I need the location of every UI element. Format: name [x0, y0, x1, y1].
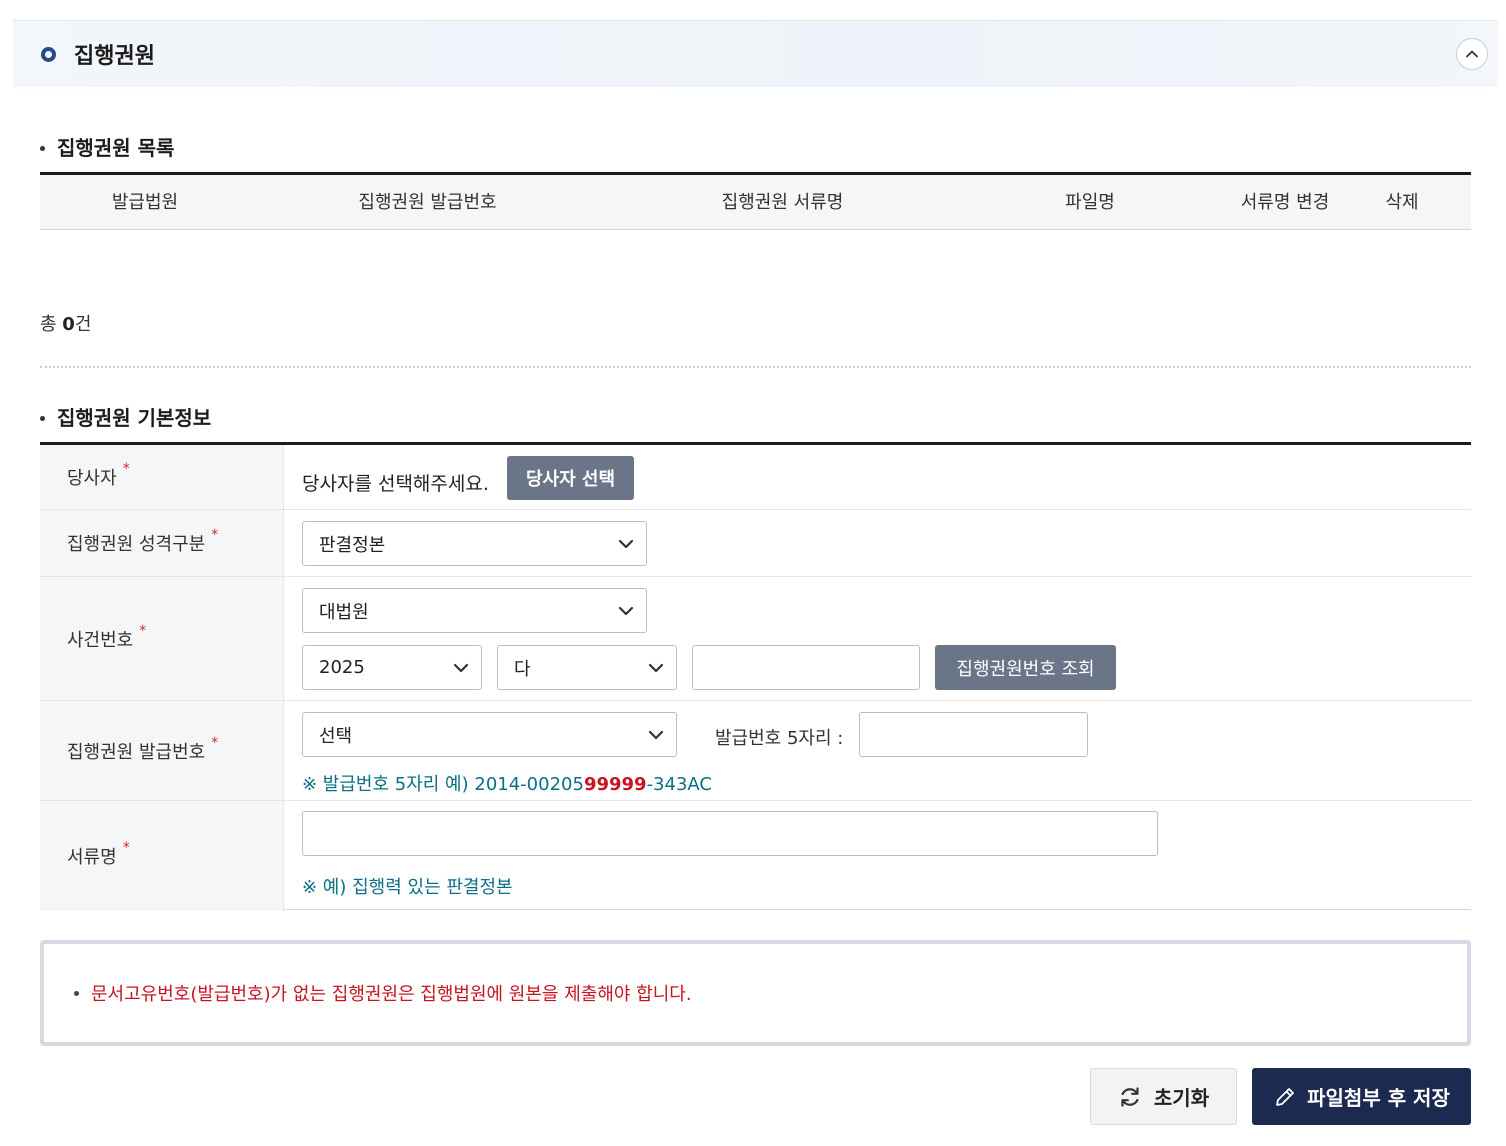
required-mark: *	[122, 461, 130, 477]
issue-number-row: 집행권원 발급번호 * 선택 발급번호 5자리 : ※ 발급번호 5자리 예) 2…	[40, 701, 1471, 801]
nature-select[interactable]: 판결정본	[302, 521, 647, 566]
total-count: 총 0건	[40, 314, 92, 335]
required-mark: *	[139, 622, 147, 639]
panel-title: 집행권원	[74, 44, 155, 69]
reset-button[interactable]: 초기화	[1090, 1068, 1237, 1125]
case-serial-input[interactable]	[692, 645, 920, 690]
list-table-header: 발급법원 집행권원 발급번호 집행권원 서류명 파일명 서류명 변경 삭제	[40, 172, 1471, 230]
five-digit-label: 발급번호 5자리 :	[715, 728, 844, 749]
court-select[interactable]: 대법원	[302, 588, 647, 633]
save-button-label: 파일첨부 후 저장	[1307, 1086, 1450, 1110]
issue-number-hint: ※ 발급번호 5자리 예) 2014-0020599999-343AC	[302, 774, 712, 795]
reset-button-label: 초기화	[1153, 1086, 1210, 1110]
party-select-button[interactable]: 당사자 선택	[507, 456, 634, 500]
form-section-title: 집행권원 기본정보	[40, 402, 211, 431]
chevron-down-icon	[618, 606, 634, 616]
document-name-label: 서류명 *	[40, 801, 284, 911]
required-mark: *	[211, 527, 219, 543]
column-header-rename: 서류명 변경	[1240, 192, 1330, 213]
column-header-file-name: 파일명	[1065, 192, 1115, 213]
party-label: 당사자 *	[40, 445, 284, 509]
nature-label: 집행권원 성격구분 *	[40, 510, 284, 576]
five-digit-input[interactable]	[859, 712, 1088, 757]
issue-number-label: 집행권원 발급번호 *	[40, 701, 284, 800]
attach-and-save-button[interactable]: 파일첨부 후 저장	[1252, 1068, 1471, 1125]
column-header-delete: 삭제	[1385, 192, 1419, 213]
party-row: 당사자 * 당사자를 선택해주세요. 당사자 선택	[40, 445, 1471, 510]
case-number-row: 사건번호 * 대법원 2025 다 집행권원번호 조회	[40, 577, 1471, 701]
panel-header: 집행권원	[13, 20, 1498, 87]
issue-number-select[interactable]: 선택	[302, 712, 677, 757]
case-number-label: 사건번호 *	[40, 577, 284, 700]
chevron-down-icon	[648, 730, 664, 740]
required-mark: *	[211, 734, 219, 751]
nature-row: 집행권원 성격구분 * 판결정본	[40, 510, 1471, 577]
chevron-down-icon	[453, 663, 469, 673]
section-divider	[40, 366, 1471, 368]
year-select[interactable]: 2025	[302, 645, 482, 690]
notice-box: 문서고유번호(발급번호)가 없는 집행권원은 집행법원에 원본을 제출해야 합니…	[40, 940, 1471, 1046]
bullet-icon	[40, 146, 45, 151]
bullet-icon	[74, 990, 79, 996]
refresh-icon	[1121, 1086, 1139, 1107]
chevron-down-icon	[648, 663, 664, 673]
column-header-document-name: 집행권원 서류명	[721, 192, 844, 213]
lookup-button[interactable]: 집행권원번호 조회	[935, 645, 1116, 690]
circle-bullet-icon	[41, 46, 56, 62]
chevron-down-icon	[618, 539, 634, 549]
list-section-title: 집행권원 목록	[40, 132, 174, 161]
document-name-row: 서류명 * ※ 예) 집행력 있는 판결정본	[40, 801, 1471, 911]
pencil-icon	[1276, 1087, 1295, 1106]
party-placeholder-text: 당사자를 선택해주세요.	[302, 473, 489, 495]
chevron-up-icon	[1466, 50, 1478, 58]
case-type-select[interactable]: 다	[497, 645, 677, 690]
column-header-court: 발급법원	[111, 192, 179, 213]
column-header-issue-number: 집행권원 발급번호	[358, 192, 497, 213]
basic-info-form: 당사자 * 당사자를 선택해주세요. 당사자 선택 집행권원 성격구분 * 판결정본…	[40, 442, 1471, 911]
document-name-hint: ※ 예) 집행력 있는 판결정본	[302, 877, 513, 898]
document-name-input[interactable]	[302, 811, 1158, 856]
required-mark: *	[122, 840, 130, 856]
notice-text: 문서고유번호(발급번호)가 없는 집행권원은 집행법원에 원본을 제출해야 합니…	[91, 984, 692, 1005]
bullet-icon	[40, 416, 45, 421]
collapse-button[interactable]	[1456, 38, 1488, 70]
